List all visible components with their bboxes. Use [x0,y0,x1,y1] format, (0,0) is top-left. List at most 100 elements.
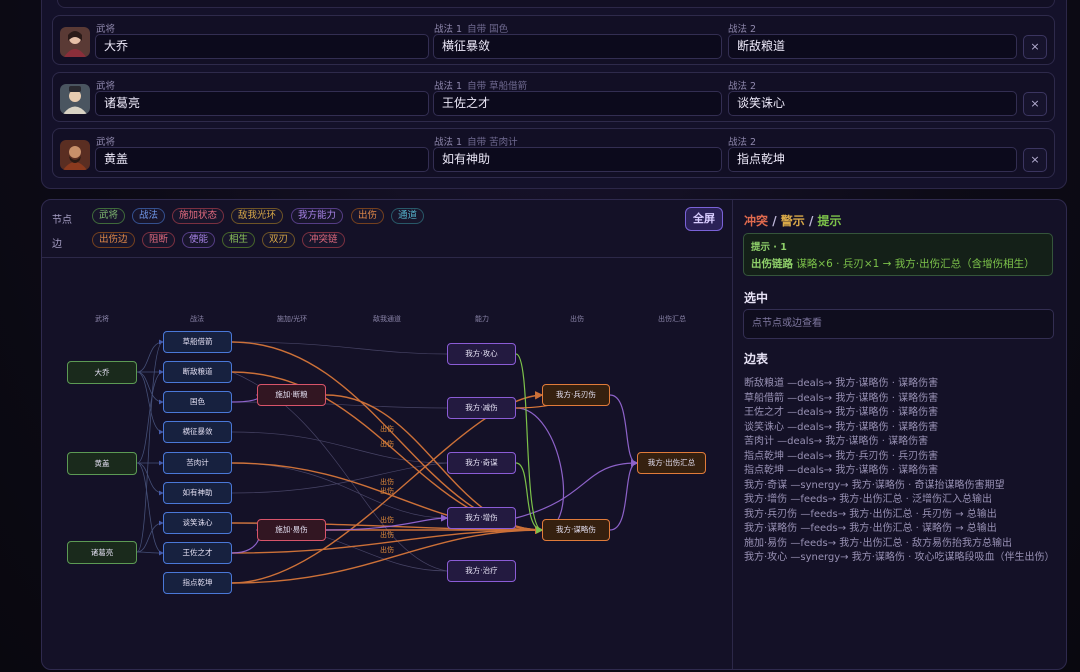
chip-channel[interactable]: 通道 [391,208,425,224]
node-ability-qimou[interactable]: 我方·奇谋 [447,452,516,474]
column-header: 施加/光环 [276,315,308,323]
node-skill-caochuan[interactable]: 草船借箭 [163,331,232,353]
node-ability-zhiliao[interactable]: 我方·治疗 [447,560,516,582]
skill1-label: 战法 1 自带 苦肉计 [434,134,518,148]
node-status-yishang[interactable]: 施加·易伤 [257,519,326,541]
edge-table-row[interactable]: 谈笑诛心 —deals→ 我方·谋略伤 · 谋略伤害 [744,418,938,433]
skill2-field[interactable]: 断敌粮道 [728,34,1017,59]
skill1-label: 战法 1 自带 草船借箭 [434,78,527,92]
remove-row-button[interactable]: × [1023,92,1047,116]
edge-table-row[interactable]: 我方·谋略伤 —feeds→ 我方·出伤汇总 · 谋略伤 → 总输出 [744,519,997,534]
chip-edge-block[interactable]: 阻断 [142,232,176,248]
edge-table-row[interactable]: 草船借箭 —deals→ 我方·谋略伤 · 谋略伤害 [744,389,938,404]
node-ability-jianshang[interactable]: 我方·减伤 [447,397,516,419]
node-skill-duandi[interactable]: 断敌粮道 [163,361,232,383]
chip-skill[interactable]: 战法 [132,208,166,224]
chip-edge-double[interactable]: 双刃 [262,232,296,248]
edge-table-title: 边表 [744,352,769,366]
avatar [60,140,90,170]
close-icon: × [1030,97,1040,110]
skill2-label: 战法 2 [728,137,757,148]
general-field[interactable]: 诸葛亮 [95,91,429,116]
node-skill-zhidian[interactable]: 指点乾坤 [163,572,232,594]
general-field[interactable]: 黄盖 [95,147,429,172]
selected-title: 选中 [744,291,769,305]
node-status-duanliang[interactable]: 施加·断粮 [257,384,326,406]
team-row-3: 武将 黄盖 战法 1 自带 苦肉计 如有神助 战法 2 指点乾坤 × [52,128,1055,178]
remove-row-button[interactable]: × [1023,35,1047,59]
edge-table-row[interactable]: 断敌粮道 —deals→ 我方·谋略伤 · 谋略伤害 [744,374,938,389]
chip-edge-conflict[interactable]: 冲突链 [302,232,345,248]
conflict-title-warning: 警示 [780,214,805,228]
edge-table-row[interactable]: 施加·易伤 —feeds→ 我方·出伤汇总 · 敌方易伤抬我方总输出 [744,534,1012,549]
column-header: 战法 [190,315,204,323]
team-card-header-edge [57,0,1055,8]
hint-card: 提示 · 1 出伤链路 谋略×6 · 兵刃×1 → 我方·出伤汇总（含增伤相生） [743,233,1053,276]
hint-header: 提示 · 1 [751,242,787,253]
graph-canvas[interactable]: 武将 战法 施加/光环 敌我通道 能力 出伤 出伤汇总 大乔 黄盖 诸葛亮 草船… [42,258,732,669]
edge-table-row[interactable]: 指点乾坤 —deals→ 我方·谋略伤 · 谋略伤害 [744,461,938,476]
edge-table-row[interactable]: 我方·攻心 —synergy→ 我方·谋略伤 · 攻心吃谋略段吸血（伴生出伤） [744,548,1054,563]
edge-label: 出伤 [380,440,394,448]
edge-label: 出伤 [380,531,394,539]
edge-label: 出伤 [380,516,394,524]
edge-label: 出伤 [380,487,394,495]
node-damage-moushang[interactable]: 我方·谋略伤 [542,519,610,541]
node-ability-gongxin[interactable]: 我方·攻心 [447,343,516,365]
skill2-field[interactable]: 谈笑诛心 [728,91,1017,116]
edge-table-row[interactable]: 我方·兵刃伤 —feeds→ 我方·出伤汇总 · 兵刃伤 → 总输出 [744,505,997,520]
general-label: 武将 [96,137,116,148]
panel-divider [732,200,733,669]
fullscreen-button[interactable]: 全屏 [685,207,723,231]
close-icon: × [1030,153,1040,166]
edge-table-row[interactable]: 指点乾坤 —deals→ 我方·兵刃伤 · 兵刃伤害 [744,447,938,462]
node-ability-zengshang[interactable]: 我方·增伤 [447,507,516,529]
node-skill-youru[interactable]: 如有神助 [163,482,232,504]
edge-table-row[interactable]: 我方·奇谋 —synergy→ 我方·谋略伤 · 奇谋抬谋略伤害期望 [744,476,1004,491]
node-skill-tanxiao[interactable]: 谈笑诛心 [163,512,232,534]
edge-table-row[interactable]: 我方·增伤 —feeds→ 我方·出伤汇总 · 泛增伤汇入总输出 [744,490,992,505]
chip-edge-damage[interactable]: 出伤边 [92,232,135,248]
edge-filter-label: 边 [52,239,62,250]
edge-label: 出伤 [380,425,394,433]
chip-edge-enable[interactable]: 使能 [182,232,216,248]
conflict-title-hint: 提示 [817,214,842,228]
chip-damage[interactable]: 出伤 [351,208,385,224]
skill1-field[interactable]: 王佐之才 [433,91,722,116]
skill2-field[interactable]: 指点乾坤 [728,147,1017,172]
chip-ability[interactable]: 我方能力 [291,208,344,224]
node-general-huanggai[interactable]: 黄盖 [67,452,137,475]
edge-table-row[interactable]: 苦肉计 —deals→ 我方·谋略伤 · 谋略伤害 [744,432,928,447]
node-skill-wangzuo[interactable]: 王佐之才 [163,542,232,564]
node-general-daqiao[interactable]: 大乔 [67,361,137,384]
chip-status[interactable]: 施加状态 [172,208,225,224]
general-field[interactable]: 大乔 [95,34,429,59]
skill1-field[interactable]: 如有神助 [433,147,722,172]
column-header: 敌我通道 [373,315,401,323]
node-skill-kurouji[interactable]: 苦肉计 [163,452,232,474]
synergy-graph-card: 节点 边 武将 战法 施加状态 敌我光环 我方能力 出伤 通道 出伤边 阻断 使… [41,199,1067,670]
node-damage-total[interactable]: 我方·出伤汇总 [637,452,706,474]
chip-edge-synergy[interactable]: 相生 [222,232,256,248]
skill1-label: 战法 1 自带 国色 [434,21,508,35]
skill2-label: 战法 2 [728,24,757,35]
team-row-1: 武将 大乔 战法 1 自带 国色 横征暴敛 战法 2 断敌粮道 × [52,15,1055,65]
chip-general[interactable]: 武将 [92,208,126,224]
chip-aura[interactable]: 敌我光环 [231,208,284,224]
selection-box[interactable]: 点节点或边查看 [743,309,1054,339]
remove-row-button[interactable]: × [1023,148,1047,172]
column-header: 能力 [475,315,489,323]
node-damage-bingren[interactable]: 我方·兵刃伤 [542,384,610,406]
conflict-title-sep: / [768,214,781,228]
node-skill-guose[interactable]: 国色 [163,391,232,413]
hint-body: 出伤链路 谋略×6 · 兵刃×1 → 我方·出伤汇总（含增伤相生） [751,256,1035,271]
column-header: 出伤汇总 [658,315,686,323]
close-icon: × [1030,40,1040,53]
hint-text: 谋略×6 · 兵刃×1 → 我方·出伤汇总（含增伤相生） [796,258,1035,270]
general-label: 武将 [96,81,116,92]
node-skill-hengzheng[interactable]: 横征暴敛 [163,421,232,443]
column-header: 武将 [95,315,109,323]
node-general-zhugeliang[interactable]: 诸葛亮 [67,541,137,564]
edge-table-row[interactable]: 王佐之才 —deals→ 我方·谋略伤 · 谋略伤害 [744,403,938,418]
skill1-field[interactable]: 横征暴敛 [433,34,722,59]
